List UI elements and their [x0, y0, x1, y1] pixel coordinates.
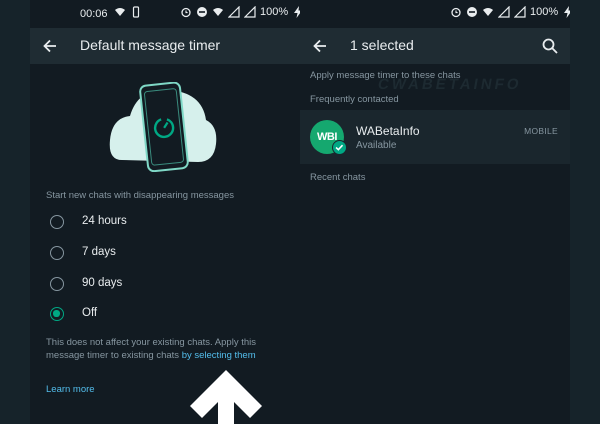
status-time: 00:06 — [80, 8, 108, 20]
status-left-icons — [114, 6, 142, 18]
wifi-icon — [115, 8, 125, 16]
contact-status: Available — [356, 140, 397, 151]
back-arrow-icon[interactable] — [310, 36, 330, 56]
app-bar: Default message timer — [30, 28, 300, 64]
option-7-days[interactable]: 7 days — [46, 241, 286, 265]
status-right-icons: 100% — [180, 6, 300, 18]
contact-label: MOBILE — [524, 126, 558, 136]
option-24-hours[interactable]: 24 hours — [46, 210, 286, 234]
radio-button[interactable] — [50, 277, 64, 291]
backdrop-right — [570, 0, 600, 424]
page-title: Default message timer — [80, 37, 221, 53]
battery-level: 100% — [260, 6, 289, 18]
dnd-icon — [197, 7, 207, 17]
select-chats-link[interactable]: by selecting them — [182, 350, 256, 361]
wifi-icon — [213, 8, 223, 16]
alarm-icon — [451, 7, 461, 18]
recent-chats-label: Recent chats — [310, 172, 366, 183]
option-label: 90 days — [82, 277, 123, 289]
status-right-icons: 100% — [450, 6, 570, 18]
status-bar: 100% — [300, 0, 570, 28]
wifi-icon — [483, 8, 493, 16]
timer-note: This does not affect your existing chats… — [46, 336, 286, 362]
radio-button[interactable] — [50, 215, 64, 229]
default-timer-screen: 00:06 100% Default message timer Start n… — [30, 0, 300, 424]
contact-row[interactable]: WBI WABetaInfo Available MOBILE — [300, 110, 570, 164]
phone-status-icon — [132, 6, 140, 18]
check-icon — [332, 140, 347, 155]
radio-button-selected[interactable] — [50, 307, 64, 321]
status-bar: 00:06 100% — [30, 0, 300, 28]
search-icon[interactable] — [540, 36, 560, 56]
dnd-icon — [467, 7, 477, 17]
selection-count-title: 1 selected — [350, 37, 414, 53]
apply-header: Apply message timer to these chats — [310, 70, 461, 81]
back-arrow-icon[interactable] — [40, 36, 60, 56]
signal-icon — [244, 6, 256, 18]
option-label: 24 hours — [82, 215, 127, 227]
charging-icon — [294, 6, 300, 18]
learn-more-link[interactable]: Learn more — [46, 384, 95, 395]
option-label: 7 days — [82, 246, 116, 258]
option-label: Off — [82, 307, 98, 319]
backdrop-left — [0, 0, 30, 424]
signal-icon — [228, 6, 240, 18]
arrow-up-icon — [190, 370, 262, 424]
battery-level: 100% — [530, 6, 559, 18]
signal-icon — [514, 6, 526, 18]
radio-button[interactable] — [50, 246, 64, 260]
frequent-label: Frequently contacted — [310, 94, 399, 105]
app-bar: 1 selected — [300, 28, 570, 64]
option-90-days[interactable]: 90 days — [46, 272, 286, 296]
charging-icon — [564, 6, 570, 18]
phone-timer-illustration-icon — [109, 82, 217, 172]
alarm-icon — [181, 7, 191, 18]
select-chats-screen: 100% 1 selected CWABETAINFO Apply messag… — [300, 0, 570, 424]
signal-icon — [498, 6, 510, 18]
contact-name: WABetaInfo — [356, 124, 420, 138]
option-off[interactable]: Off — [46, 302, 286, 326]
section-label: Start new chats with disappearing messag… — [46, 190, 234, 201]
